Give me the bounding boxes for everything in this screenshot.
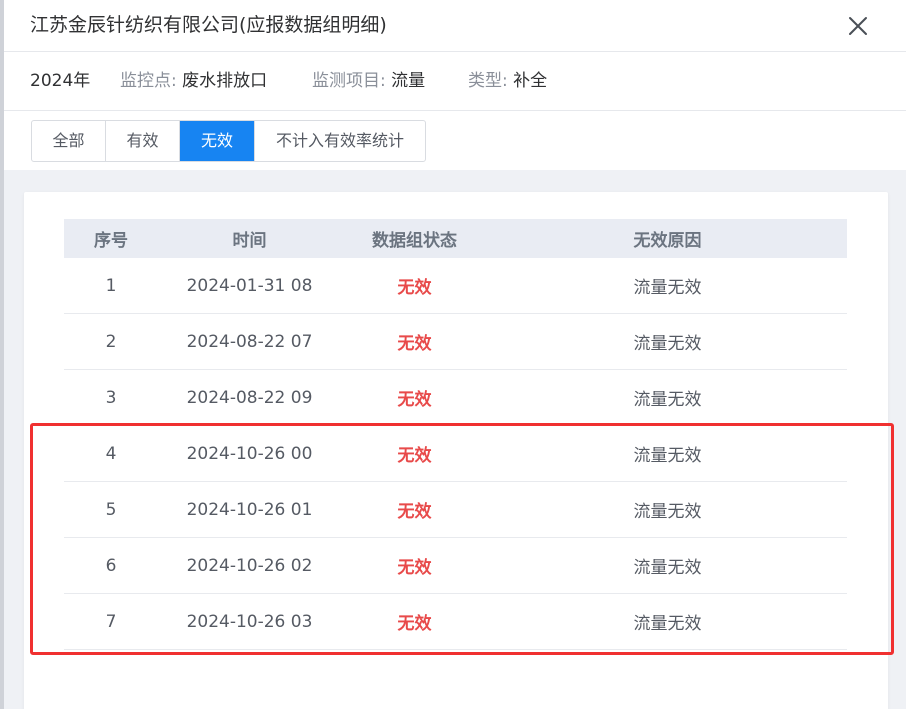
- row-status: 无效: [341, 258, 488, 314]
- table-row: 4 2024-10-26 00 无效 流量无效: [64, 425, 847, 482]
- row-index: 2: [64, 313, 158, 370]
- tab-all[interactable]: 全部: [32, 121, 106, 161]
- row-status: 无效: [341, 425, 488, 482]
- table-row: 3 2024-08-22 09 无效 流量无效: [64, 369, 847, 426]
- monitor-item-field: 监测项目: 流量: [312, 70, 425, 92]
- row-index: 5: [64, 481, 158, 538]
- row-reason: 流量无效: [488, 593, 847, 650]
- dialog-header: 江苏金辰针纺织有限公司(应报数据组明细): [4, 0, 906, 52]
- monitor-point-value: 废水排放口: [182, 71, 268, 91]
- row-time: 2024-10-26 01: [158, 481, 341, 538]
- row-time: 2024-01-31 08: [158, 258, 341, 314]
- row-index: 3: [64, 369, 158, 426]
- monitor-point-field: 监控点: 废水排放口: [120, 70, 267, 92]
- row-index: 7: [64, 593, 158, 650]
- row-time: 2024-08-22 07: [158, 313, 341, 370]
- tab-valid[interactable]: 有效: [106, 121, 180, 161]
- column-header-status: 数据组状态: [341, 219, 488, 258]
- type-label: 类型:: [468, 71, 508, 91]
- close-button[interactable]: [842, 10, 874, 42]
- row-reason: 流量无效: [488, 258, 847, 314]
- close-icon: [849, 17, 867, 35]
- row-index: 1: [64, 258, 158, 314]
- monitor-item-value: 流量: [391, 71, 426, 91]
- row-time: 2024-08-22 09: [158, 369, 341, 426]
- info-bar: 2024年 监控点: 废水排放口 监测项目: 流量 类型: 补全: [4, 52, 906, 111]
- table-row: 1 2024-01-31 08 无效 流量无效: [64, 258, 847, 314]
- column-header-reason: 无效原因: [488, 219, 847, 258]
- row-status: 无效: [341, 369, 488, 426]
- tab-invalid[interactable]: 无效: [180, 121, 255, 161]
- table-row: 7 2024-10-26 03 无效 流量无效: [64, 593, 847, 650]
- row-status: 无效: [341, 593, 488, 650]
- type-field: 类型: 补全: [468, 70, 547, 92]
- row-time: 2024-10-26 02: [158, 537, 341, 594]
- row-status: 无效: [341, 537, 488, 594]
- row-time: 2024-10-26 03: [158, 593, 341, 650]
- row-index: 6: [64, 537, 158, 594]
- info-year: 2024年: [30, 71, 91, 91]
- table-card: 序号 时间 数据组状态 无效原因 1 2024-01-31 08 无效 流量无效…: [24, 192, 888, 709]
- table-row: 2 2024-08-22 07 无效 流量无效: [64, 313, 847, 370]
- row-reason: 流量无效: [488, 481, 847, 538]
- column-header-index: 序号: [64, 219, 158, 258]
- dialog-title: 江苏金辰针纺织有限公司(应报数据组明细): [30, 14, 387, 36]
- row-reason: 流量无效: [488, 313, 847, 370]
- column-header-time: 时间: [158, 219, 341, 258]
- row-reason: 流量无效: [488, 537, 847, 594]
- data-group-table: 序号 时间 数据组状态 无效原因 1 2024-01-31 08 无效 流量无效…: [64, 219, 847, 650]
- type-value: 补全: [513, 71, 548, 91]
- row-time: 2024-10-26 00: [158, 425, 341, 482]
- detail-dialog: 江苏金辰针纺织有限公司(应报数据组明细) 2024年 监控点: 废水排放口 监测…: [4, 0, 906, 709]
- table-row: 5 2024-10-26 01 无效 流量无效: [64, 481, 847, 538]
- row-status: 无效: [341, 481, 488, 538]
- row-index: 4: [64, 425, 158, 482]
- row-reason: 流量无效: [488, 369, 847, 426]
- table-header-row: 序号 时间 数据组状态 无效原因: [64, 219, 847, 258]
- tab-excluded[interactable]: 不计入有效率统计: [255, 121, 425, 161]
- status-filter-tabs: 全部 有效 无效 不计入有效率统计: [31, 120, 426, 162]
- monitor-item-label: 监测项目:: [312, 71, 386, 91]
- table-row: 6 2024-10-26 02 无效 流量无效: [64, 537, 847, 594]
- row-reason: 流量无效: [488, 425, 847, 482]
- row-status: 无效: [341, 313, 488, 370]
- monitor-point-label: 监控点:: [120, 71, 177, 91]
- filter-area: 全部 有效 无效 不计入有效率统计: [4, 111, 906, 170]
